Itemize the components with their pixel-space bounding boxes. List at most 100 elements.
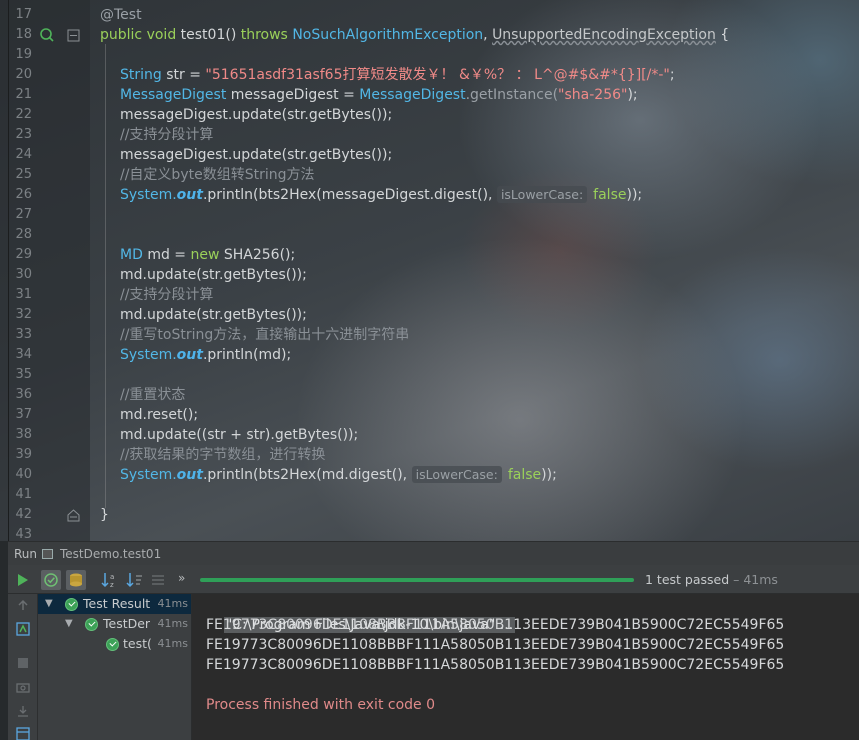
code-text: messageDigest.update(str.getBytes()); — [120, 145, 392, 165]
tree-item-test-class[interactable]: ▼ TestDer 41ms — [38, 614, 191, 634]
code-text: //重置状态 — [120, 385, 185, 405]
code-line[interactable]: 29 MD md = new SHA256(); — [0, 245, 859, 265]
sort-alpha-icon[interactable]: a z — [100, 570, 120, 590]
tree-item-test-results[interactable]: ▼ Test Result 41ms — [38, 594, 191, 614]
line-number: 17 — [15, 7, 32, 22]
code-line[interactable]: 38 md.update((str + str).getBytes()); — [0, 425, 859, 445]
arrow-up-icon[interactable] — [16, 598, 30, 612]
code-token: out — [176, 347, 203, 363]
line-number: 29 — [15, 247, 32, 262]
line-number: 41 — [15, 487, 32, 502]
code-line[interactable]: 36 //重置状态 — [0, 385, 859, 405]
code-token: { — [715, 27, 730, 43]
test-status: 1 test passed – 41ms — [645, 565, 778, 594]
export-icon[interactable] — [16, 704, 30, 718]
test-results-tree[interactable]: ▼ Test Result 41ms ▼ TestDer 41ms test( … — [38, 594, 192, 740]
code-line[interactable]: 28 — [0, 225, 859, 245]
code-editor[interactable]: 17 @Test 18 public void test01() throws NoS… — [0, 0, 859, 541]
code-text: //自定义byte数组转String方法 — [120, 165, 315, 185]
line-number: 22 — [15, 107, 32, 122]
code-line[interactable]: 25 //自定义byte数组转String方法 — [0, 165, 859, 185]
code-text: //获取结果的字节数组，进行转换 — [120, 445, 325, 465]
code-token: } — [100, 507, 109, 523]
code-token: messageDigest.update(str.getBytes()); — [120, 107, 393, 123]
code-line[interactable]: 26 System.out.println(bts2Hex(messageDige… — [0, 185, 859, 205]
layout-icon[interactable] — [16, 727, 30, 740]
code-token: md.update(str.getBytes()); — [120, 307, 307, 323]
show-passed-button[interactable] — [41, 570, 61, 590]
code-text: @Test — [100, 5, 142, 25]
code-text: System.out.println(bts2Hex(messageDigest… — [120, 185, 642, 205]
code-token: ; — [669, 67, 675, 83]
line-number: 26 — [15, 187, 32, 202]
code-token: ); — [627, 87, 638, 103]
code-token: out — [176, 187, 203, 203]
run-test-icon[interactable] — [40, 28, 54, 42]
tree-item-test-method[interactable]: test( 41ms — [38, 634, 191, 654]
passed-icon — [106, 638, 119, 651]
code-token: //获取结果的字节数组，进行转换 — [120, 447, 326, 463]
run-toolbar: a z » 1 test passed – 41ms — [8, 565, 859, 594]
code-line[interactable]: 37 md.reset(); — [0, 405, 859, 425]
test-progress-bar — [200, 578, 634, 582]
code-token: System. — [120, 467, 177, 483]
code-line[interactable]: 33 //重写toString方法，直接输出十六进制字符串 — [0, 325, 859, 345]
code-line[interactable]: 40 System.out.println(bts2Hex(md.digest()… — [0, 465, 859, 485]
stop-icon[interactable] — [16, 656, 30, 670]
code-line[interactable]: 32 md.update(str.getBytes()); — [0, 305, 859, 325]
code-line[interactable]: 31 //支持分段计算 — [0, 285, 859, 305]
line-number: 39 — [15, 447, 32, 462]
tree-item-time: 41ms — [157, 637, 188, 650]
more-chevron-icon[interactable]: » — [178, 571, 185, 585]
code-line[interactable]: 27 — [0, 205, 859, 225]
run-config-tab[interactable]: TestDemo.test01 — [60, 542, 161, 566]
code-token: public — [100, 27, 143, 43]
code-line[interactable]: 20 String str = "51651asdf31asf65打算短发散发￥！… — [0, 65, 859, 85]
code-line[interactable]: 35 — [0, 365, 859, 385]
run-panel-header: Run TestDemo.test01 — [8, 541, 859, 565]
line-number: 20 — [15, 67, 32, 82]
camera-icon[interactable] — [16, 680, 30, 694]
test-status-text: 1 test passed — [645, 572, 730, 587]
code-line[interactable]: 30 md.update(str.getBytes()); — [0, 265, 859, 285]
code-token: messageDigest.update(str.getBytes()); — [120, 147, 393, 163]
code-text: //重写toString方法，直接输出十六进制字符串 — [120, 325, 409, 345]
code-line[interactable]: 42} — [0, 505, 859, 525]
code-line[interactable]: 21 MessageDigest messageDigest = MessageD… — [0, 85, 859, 105]
code-line[interactable]: 17 @Test — [0, 5, 859, 25]
console-output-line: FE19773C80096DE1108BBBF111A58050B113EEDE… — [206, 617, 785, 633]
code-line[interactable]: 19 — [0, 45, 859, 65]
code-line[interactable]: 24 messageDigest.update(str.getBytes()); — [0, 145, 859, 165]
passed-icon — [65, 598, 78, 611]
code-token: .getInstance( — [465, 87, 559, 103]
code-token: MD — [120, 247, 148, 263]
fold-icon[interactable] — [67, 29, 81, 43]
code-token: //重置状态 — [120, 387, 186, 403]
code-line[interactable]: 39 //获取结果的字节数组，进行转换 — [0, 445, 859, 465]
code-token: throws — [240, 27, 293, 43]
code-text: md.update(str.getBytes()); — [120, 305, 307, 325]
code-token: false — [593, 187, 627, 203]
code-line[interactable]: 18 public void test01() throws NoSuchAlgo… — [0, 25, 859, 45]
show-ignored-button[interactable] — [66, 570, 86, 590]
rerun-icon[interactable] — [12, 570, 32, 590]
line-number: 23 — [15, 127, 32, 142]
expand-arrow-icon[interactable]: ▼ — [45, 594, 53, 614]
code-line[interactable]: 43 — [0, 525, 859, 541]
expand-arrow-icon[interactable]: ▼ — [65, 614, 73, 634]
code-token: messageDigest = — [230, 87, 360, 103]
line-number: 32 — [15, 307, 32, 322]
code-token: new — [190, 247, 224, 263]
code-line[interactable]: 41 — [0, 485, 859, 505]
settings-icon[interactable] — [148, 570, 168, 590]
code-line[interactable]: 23 //支持分段计算 — [0, 125, 859, 145]
code-line[interactable]: 22 messageDigest.update(str.getBytes()); — [0, 105, 859, 125]
rerun-failed-icon[interactable] — [15, 621, 31, 637]
console-output[interactable]: "C:\Program Files\Java\jdk-10\bin\java" … — [192, 594, 859, 740]
fold-end-icon[interactable] — [67, 509, 81, 523]
code-text: md.update((str + str).getBytes()); — [120, 425, 358, 445]
code-line[interactable]: 34 System.out.println(md); — [0, 345, 859, 365]
sort-duration-icon[interactable] — [125, 570, 145, 590]
line-number: 35 — [15, 367, 32, 382]
test-config-icon — [42, 549, 53, 559]
